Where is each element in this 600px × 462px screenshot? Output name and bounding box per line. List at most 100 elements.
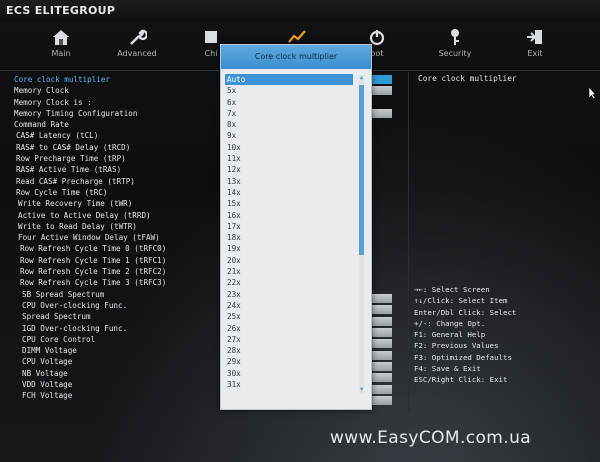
setting-cas-latency[interactable]: CAS# Latency (tCL) — [14, 130, 224, 141]
key-hint: ↑↓/Click: Select Item — [414, 296, 508, 306]
setting-cpu-core-control[interactable]: CPU Core Control — [14, 334, 224, 345]
option-26x[interactable]: 26x — [225, 323, 353, 334]
watermark-text: www.EasyCOM.com.ua — [330, 428, 532, 448]
option-17x[interactable]: 17x — [225, 221, 353, 232]
tab-label: Main — [51, 49, 71, 58]
multiplier-popup[interactable]: Core clock multiplier Auto 5x 6x 7x 8x 9… — [220, 44, 372, 410]
option-19x[interactable]: 19x — [225, 243, 353, 254]
value-box[interactable] — [370, 328, 392, 337]
chip-icon — [205, 31, 217, 43]
option-27x[interactable]: 27x — [225, 334, 353, 345]
option-20x[interactable]: 20x — [225, 255, 353, 266]
setting-core-clock-multiplier[interactable]: Core clock multiplier — [14, 74, 224, 85]
key-hint: Enter/Dbl Click: Select — [414, 307, 517, 317]
popup-scrollbar[interactable]: ▲ ▼ — [359, 75, 364, 393]
scroll-up-icon[interactable]: ▲ — [359, 75, 364, 81]
option-10x[interactable]: 10x — [225, 142, 353, 153]
option-15x[interactable]: 15x — [225, 198, 353, 209]
settings-list: Core clock multiplier Memory Clock Memor… — [14, 74, 224, 402]
setting-memory-timing-config[interactable]: Memory Timing Configuration — [14, 108, 224, 119]
tab-security[interactable]: Security — [420, 28, 490, 64]
key-hint: F3: Optimized Defaults — [414, 352, 512, 362]
option-5x[interactable]: 5x — [225, 85, 353, 96]
home-icon — [53, 30, 69, 45]
value-box[interactable] — [370, 351, 392, 360]
key-icon — [451, 29, 459, 45]
option-auto[interactable]: Auto — [225, 74, 353, 86]
setting-spread-spectrum[interactable]: Spread Spectrum — [14, 311, 224, 322]
mouse-cursor-icon — [588, 86, 596, 100]
key-legend: →←: Select Screen ↑↓/Click: Select Item … — [414, 284, 594, 386]
setting-write-to-read[interactable]: Write to Read Delay (tWTR) — [14, 221, 224, 232]
setting-trfc1[interactable]: Row Refresh Cycle Time 1 (tRFC1) — [14, 255, 224, 266]
option-11x[interactable]: 11x — [225, 153, 353, 164]
setting-vdd-voltage[interactable]: VDD Voltage — [14, 379, 224, 390]
setting-cpu-voltage[interactable]: CPU Voltage — [14, 356, 224, 367]
value-box[interactable] — [370, 339, 392, 348]
tab-main[interactable]: Main — [26, 28, 96, 64]
setting-read-cas-precharge[interactable]: Read CAS# Precharge (tRTP) — [14, 176, 224, 187]
option-8x[interactable]: 8x — [225, 119, 353, 130]
option-12x[interactable]: 12x — [225, 164, 353, 175]
setting-row-cycle[interactable]: Row Cycle Time (tRC) — [14, 187, 224, 198]
wrench-icon — [130, 29, 147, 45]
value-box[interactable] — [370, 109, 392, 118]
key-hint: +/-: Change Opt. — [414, 318, 486, 328]
setting-dimm-voltage[interactable]: DIMM Voltage — [14, 345, 224, 356]
popup-title: Core clock multiplier — [221, 45, 371, 69]
option-24x[interactable]: 24x — [225, 300, 353, 311]
option-30x[interactable]: 30x — [225, 368, 353, 379]
tab-label: Security — [438, 49, 472, 58]
help-text: Core clock multiplier — [418, 74, 517, 83]
setting-nb-voltage[interactable]: NB Voltage — [14, 368, 224, 379]
setting-command-rate[interactable]: Command Rate — [14, 119, 224, 130]
setting-trfc3[interactable]: Row Refresh Cycle Time 3 (tRFC3) — [14, 277, 224, 288]
setting-memory-clock[interactable]: Memory Clock — [14, 85, 224, 96]
exit-icon — [527, 30, 542, 44]
value-box[interactable] — [370, 396, 392, 405]
top-bar: ECS ELITEGROUP — [0, 0, 600, 22]
value-box[interactable] — [370, 317, 392, 326]
setting-ras-active[interactable]: RAS# Active Time (tRAS) — [14, 164, 224, 175]
value-box[interactable] — [370, 294, 392, 303]
setting-trfc2[interactable]: Row Refresh Cycle Time 2 (tRFC2) — [14, 266, 224, 277]
option-28x[interactable]: 28x — [225, 345, 353, 356]
setting-row-precharge[interactable]: Row Precharge Time (tRP) — [14, 153, 224, 164]
value-box[interactable] — [370, 305, 392, 314]
setting-fch-voltage[interactable]: FCH Voltage — [14, 390, 224, 401]
scroll-thumb[interactable] — [359, 85, 364, 255]
option-22x[interactable]: 22x — [225, 277, 353, 288]
option-25x[interactable]: 25x — [225, 311, 353, 322]
bios-screen: ECS ELITEGROUP Main Advanced Chi oot Sec… — [0, 0, 600, 462]
setting-trfc0[interactable]: Row Refresh Cycle Time 0 (tRFC0) — [14, 243, 224, 254]
setting-sb-spread-spectrum[interactable]: SB Spread Spectrum — [14, 289, 224, 300]
option-6x[interactable]: 6x — [225, 97, 353, 108]
tab-exit[interactable]: Exit — [500, 28, 570, 64]
option-23x[interactable]: 23x — [225, 289, 353, 300]
setting-active-to-active[interactable]: Active to Active Delay (tRRD) — [14, 210, 224, 221]
tab-advanced[interactable]: Advanced — [102, 28, 172, 64]
option-29x[interactable]: 29x — [225, 356, 353, 367]
option-31x[interactable]: 31x — [225, 379, 353, 390]
option-18x[interactable]: 18x — [225, 232, 353, 243]
option-21x[interactable]: 21x — [225, 266, 353, 277]
panel-divider — [408, 72, 409, 412]
key-hint: F2: Previous Values — [414, 341, 499, 351]
key-hint: F4: Save & Exit — [414, 364, 481, 374]
option-9x[interactable]: 9x — [225, 130, 353, 141]
setting-cpu-overclock[interactable]: CPU Over-clocking Func. — [14, 300, 224, 311]
option-13x[interactable]: 13x — [225, 176, 353, 187]
option-7x[interactable]: 7x — [225, 108, 353, 119]
value-box-selected[interactable] — [370, 75, 392, 84]
value-box[interactable] — [370, 86, 392, 95]
value-box[interactable] — [370, 373, 392, 382]
option-16x[interactable]: 16x — [225, 210, 353, 221]
value-box[interactable] — [370, 362, 392, 371]
setting-four-active-window[interactable]: Four Active Window Delay (tFAW) — [14, 232, 224, 243]
setting-igd-overclock[interactable]: IGD Over-clocking Func. — [14, 323, 224, 334]
scroll-down-icon[interactable]: ▼ — [359, 387, 364, 393]
value-box[interactable] — [370, 385, 392, 394]
option-14x[interactable]: 14x — [225, 187, 353, 198]
setting-write-recovery[interactable]: Write Recovery Time (tWR) — [14, 198, 224, 209]
setting-ras-to-cas[interactable]: RAS# to CAS# Delay (tRCD) — [14, 142, 224, 153]
